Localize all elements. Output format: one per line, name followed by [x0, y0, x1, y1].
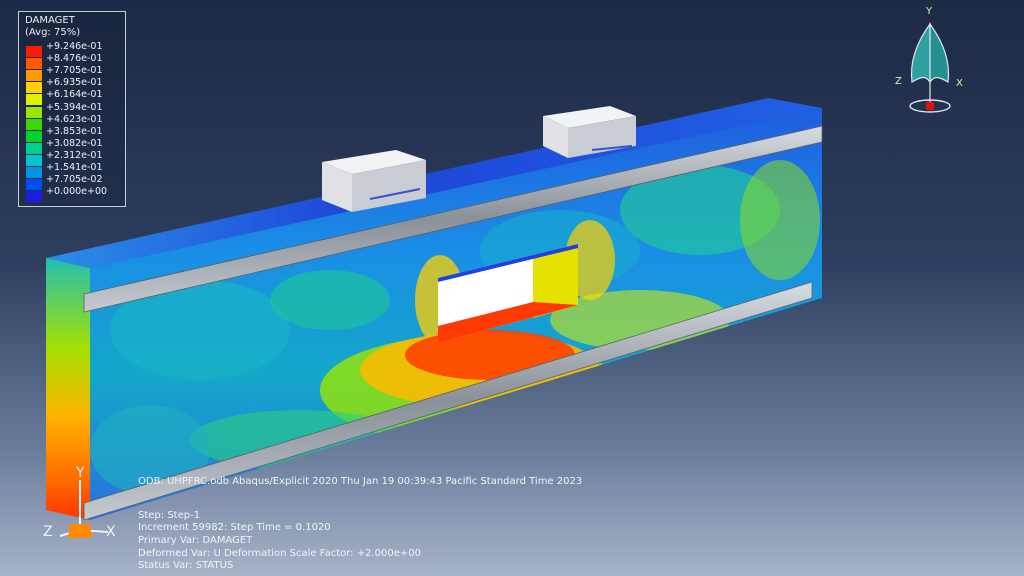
increment-info: Increment 59982: Step Time = 0.1020 — [138, 522, 331, 533]
axes-icon — [59, 480, 109, 538]
legend-label: +7.705e-01 — [46, 65, 103, 77]
legend-swatch — [26, 130, 42, 142]
legend-label: +6.164e-01 — [46, 89, 103, 101]
legend-swatch — [26, 82, 42, 94]
legend-label: +4.623e-01 — [46, 113, 103, 125]
model-viewport[interactable] — [0, 0, 1024, 576]
axis-x-label: X — [106, 524, 116, 540]
local-axes: Y Z X — [40, 460, 130, 545]
legend-swatch — [26, 106, 42, 118]
legend-label: +8.476e-01 — [46, 53, 103, 65]
legend-swatch — [26, 154, 42, 166]
legend-label: +7.705e-02 — [46, 174, 103, 186]
legend-label: +0.000e+00 — [46, 186, 108, 198]
triad-icon — [909, 22, 951, 113]
step-info: Step: Step-1 — [138, 510, 201, 521]
axis-y-label: Y — [76, 465, 85, 481]
legend-swatch — [26, 167, 42, 178]
triad-y-label: Y — [926, 6, 933, 17]
contour-legend: DAMAGET (Avg: 75%) +9.246e-01 +8.476e-01 +… — [18, 11, 126, 207]
axis-z-label: Z — [43, 524, 53, 540]
legend-label: +3.082e-01 — [46, 137, 103, 149]
legend-swatch — [26, 191, 42, 203]
legend-swatch — [26, 179, 42, 191]
legend-swatch — [26, 58, 42, 70]
legend-swatch — [26, 46, 42, 57]
status-var-info: Status Var: STATUS — [138, 560, 234, 571]
legend-swatch — [26, 70, 42, 82]
triad-x-label: X — [956, 78, 963, 89]
legend-swatch — [26, 142, 42, 154]
deformed-var-info: Deformed Var: U Deformation Scale Factor… — [138, 548, 421, 559]
legend-swatch — [26, 118, 42, 130]
primary-var-info: Primary Var: DAMAGET — [138, 535, 253, 546]
legend-label: +2.312e-01 — [46, 149, 103, 161]
triad-z-label: Z — [895, 76, 902, 87]
legend-title: DAMAGET — [25, 15, 75, 26]
legend-subtitle: (Avg: 75%) — [25, 27, 81, 38]
legend-label: +3.853e-01 — [46, 125, 103, 137]
view-triad: Y Z X — [892, 6, 972, 118]
legend-label: +1.541e-01 — [46, 162, 103, 173]
legend-label: +9.246e-01 — [46, 41, 103, 52]
legend-label: +6.935e-01 — [46, 77, 103, 89]
odb-header: ODB: UHPFRC.odb Abaqus/Explicit 2020 Thu… — [138, 476, 583, 487]
legend-label: +5.394e-01 — [46, 101, 103, 113]
legend-swatch — [26, 94, 42, 106]
